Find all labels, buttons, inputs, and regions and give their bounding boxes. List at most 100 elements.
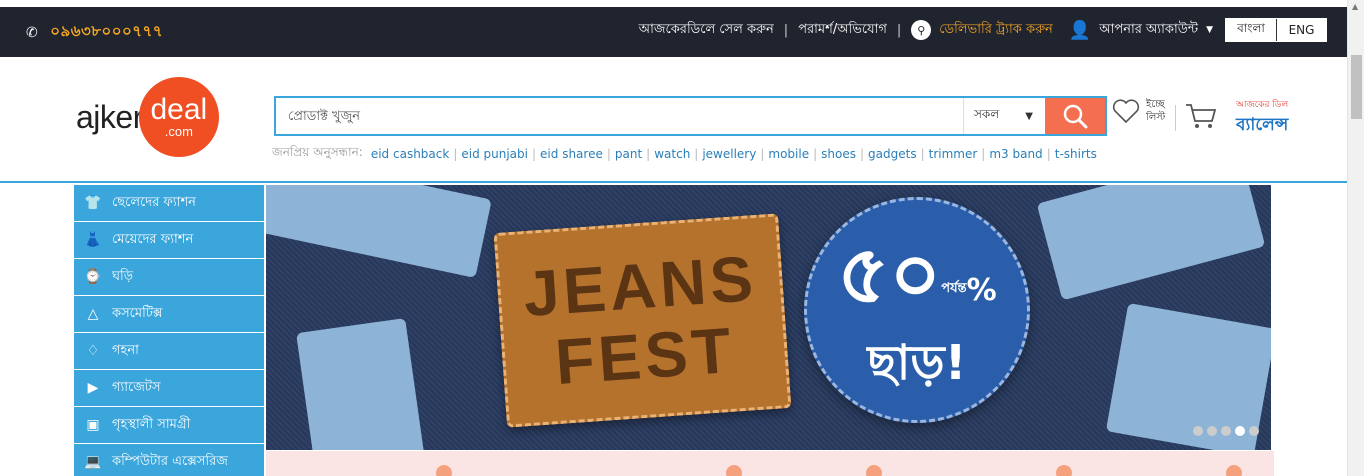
balance-label: ব্যালেন্স xyxy=(1236,115,1289,135)
discount-off: ছাড়! xyxy=(867,335,967,391)
divider: | xyxy=(606,147,611,161)
carousel-dot[interactable] xyxy=(1221,426,1231,436)
logo-ajker: ajker xyxy=(76,98,143,135)
popular-keyword[interactable]: eid cashback xyxy=(371,147,449,161)
discount-value: ৫০ পর্যন্ত % xyxy=(837,230,996,336)
search-button[interactable] xyxy=(1045,98,1105,134)
sidebar-item-label: ঘড়ি xyxy=(112,268,134,284)
feedback-link[interactable]: পরামর্শ/অভিযোগ xyxy=(798,20,887,41)
hotline-number: ০৯৬৩৮০০০৭৭৭ xyxy=(50,22,163,40)
divider: | xyxy=(453,147,458,161)
sidebar-item-label: গৃহস্থালী সামগ্রী xyxy=(112,416,191,432)
popular-keyword[interactable]: pant xyxy=(615,147,642,161)
discount-upto: পর্যন্ত xyxy=(941,281,967,296)
search-input[interactable] xyxy=(276,98,963,134)
logo-com: .com xyxy=(164,123,193,139)
sidebar-item-watch[interactable]: ⌚ ঘড়ি xyxy=(74,259,264,296)
watch-icon: ⌚ xyxy=(84,269,102,285)
flower-decoration xyxy=(436,465,452,476)
sidebar-item-label: মেয়েদের ফ্যাশন xyxy=(112,231,194,247)
top-bar: ✆ ০৯৬৩৮০০০৭৭৭ আজকেরডিলে সেল করুন | পরামর… xyxy=(0,7,1347,57)
scroll-up-icon[interactable]: ▲ xyxy=(1352,2,1358,11)
divider: | xyxy=(981,147,986,161)
category-selected: সকল xyxy=(974,107,1000,121)
search-icon xyxy=(1063,104,1088,129)
chevron-down-icon: ▼ xyxy=(1206,25,1213,35)
sidebar-item-cosmetics[interactable]: △ কসমেটিক্স xyxy=(74,296,264,333)
discount-percent: % xyxy=(966,273,997,308)
sidebar-item-mens-fashion[interactable]: 👕 ছেলেদের ফ্যাশন xyxy=(74,185,264,222)
popular-keyword[interactable]: eid punjabi xyxy=(461,147,528,161)
gadget-icon: ▶ xyxy=(87,380,99,396)
flower-decoration xyxy=(866,465,882,476)
flower-decoration xyxy=(1226,465,1242,476)
household-icon: ▣ xyxy=(86,417,100,433)
category-select[interactable]: সকল ▼ xyxy=(963,98,1045,134)
carousel-dot[interactable] xyxy=(1207,426,1217,436)
popular-searches: জনপ্রিয় অনুসন্ধান: eid cashback | eid pu… xyxy=(272,144,1097,164)
scrollbar-thumb[interactable] xyxy=(1351,55,1362,119)
sidebar-item-womens-fashion[interactable]: 👗 মেয়েদের ফ্যাশন xyxy=(74,222,264,259)
popular-keyword[interactable]: shoes xyxy=(821,147,856,161)
popular-keyword[interactable]: eid sharee xyxy=(540,147,603,161)
sidebar-item-label: গ্যাজেটস xyxy=(112,379,161,395)
discount-badge: ৫০ পর্যন্ত % ছাড়! xyxy=(804,197,1030,423)
track-icon: ⚲ xyxy=(911,20,932,40)
popular-keyword[interactable]: m3 band xyxy=(989,147,1042,161)
divider: | xyxy=(646,147,651,161)
hero-banner[interactable]: JEANS FEST ৫০ পর্যন্ত % ছাড়! xyxy=(266,185,1271,450)
tshirt-icon: 👕 xyxy=(84,195,102,211)
discount-number: ৫০ xyxy=(837,228,942,321)
sidebar-item-gadgets[interactable]: ▶ গ্যাজেটস xyxy=(74,370,264,407)
hotline[interactable]: ✆ ০৯৬৩৮০০০৭৭৭ xyxy=(26,20,163,45)
popular-keyword[interactable]: jewellery xyxy=(702,147,756,161)
user-icon: 👤 xyxy=(1068,19,1092,41)
language-switcher: বাংলা ENG xyxy=(1225,18,1327,42)
popular-keyword[interactable]: mobile xyxy=(768,147,809,161)
heart-icon xyxy=(1112,99,1140,124)
account-menu[interactable]: 👤 আপনার অ্যাকাউন্ট ▼ xyxy=(1069,20,1213,41)
search-bar: সকল ▼ xyxy=(274,96,1107,136)
lang-english-button[interactable]: ENG xyxy=(1276,19,1326,41)
cart-button[interactable] xyxy=(1184,101,1218,135)
sidebar-item-jewellery[interactable]: ♢ গহনা xyxy=(74,333,264,370)
divider: | xyxy=(896,22,902,38)
sidebar-item-label: কসমেটিক্স xyxy=(112,305,163,321)
divider: | xyxy=(813,147,818,161)
track-label: ডেলিভারি ট্র্যাক করুন xyxy=(939,21,1053,37)
page-scrollbar[interactable]: ▲ xyxy=(1347,0,1364,476)
popular-label: জনপ্রিয় অনুসন্ধান: xyxy=(272,145,363,159)
category-sidebar: 👕 ছেলেদের ফ্যাশন 👗 মেয়েদের ফ্যাশন ⌚ ঘড়ি △… xyxy=(74,185,264,476)
account-label: আপনার অ্যাকাউন্ট xyxy=(1099,21,1199,37)
divider: | xyxy=(1046,147,1051,161)
popular-keyword[interactable]: watch xyxy=(654,147,690,161)
banner-line2: FEST xyxy=(552,313,738,398)
popular-keyword[interactable]: trimmer xyxy=(929,147,978,161)
cosmetics-icon: △ xyxy=(87,306,99,322)
carousel-dots xyxy=(1193,426,1259,436)
track-delivery-link[interactable]: ⚲ ডেলিভারি ট্র্যাক করুন xyxy=(911,20,1053,41)
top-nav: আজকেরডিলে সেল করুন | পরামর্শ/অভিযোগ | ⚲ … xyxy=(639,17,1327,43)
dress-icon: 👗 xyxy=(84,232,102,248)
jeans-image xyxy=(296,318,426,450)
carousel-dot[interactable] xyxy=(1193,426,1203,436)
divider xyxy=(1175,105,1176,131)
divider: | xyxy=(532,147,537,161)
balance-top-label: আজকের ডিল xyxy=(1236,100,1289,110)
sidebar-item-computer[interactable]: 💻 কম্পিউটার এক্সেসরিজ xyxy=(74,444,264,476)
sidebar-item-label: গহনা xyxy=(112,342,139,358)
carousel-dot-active[interactable] xyxy=(1235,426,1245,436)
logo[interactable]: ajker deal .com xyxy=(76,77,219,157)
ajkerdeal-balance[interactable]: আজকের ডিল ব্যালেন্স xyxy=(1236,97,1288,140)
wishlist-label: ইচ্ছে লিস্ট xyxy=(1146,98,1172,124)
popular-keyword[interactable]: t-shirts xyxy=(1055,147,1097,161)
wishlist-label-line2: লিস্ট xyxy=(1146,112,1166,123)
wishlist-link[interactable]: ইচ্ছে লিস্ট xyxy=(1112,98,1172,124)
sell-link[interactable]: আজকেরডিলে সেল করুন xyxy=(639,20,774,41)
sidebar-item-household[interactable]: ▣ গৃহস্থালী সামগ্রী xyxy=(74,407,264,444)
carousel-dot[interactable] xyxy=(1249,426,1259,436)
promo-strip xyxy=(266,451,1274,476)
popular-keyword[interactable]: gadgets xyxy=(868,147,917,161)
jeans-fest-patch: JEANS FEST xyxy=(493,213,792,428)
lang-bangla-button[interactable]: বাংলা xyxy=(1226,19,1276,41)
